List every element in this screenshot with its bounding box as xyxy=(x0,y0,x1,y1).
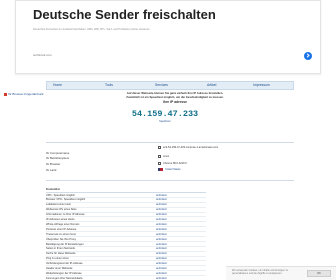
tool-action-link[interactable]: anfordern xyxy=(156,194,167,197)
sidebar-link-label: Ihr Browser-Fingerabdruck xyxy=(8,92,44,96)
country-text[interactable]: United States xyxy=(165,168,181,171)
ad-title[interactable]: Deutsche Sender freischalten xyxy=(33,7,216,22)
table-row: Kennungen Ihrer Netzwerkkarte anfordern xyxy=(46,276,206,280)
tool-name: Überprüfen Sie Ihre Proxy xyxy=(46,237,76,241)
cookie-text: Wir verwenden Cookies, um Inhalte und An… xyxy=(232,269,289,276)
details-separator xyxy=(46,142,294,143)
tool-name: Whois-Abfrage einer Domain xyxy=(46,222,80,226)
table-separator xyxy=(46,180,294,181)
ad-url[interactable]: surfshark.com xyxy=(33,53,52,57)
tool-name: Seiten in Ihrem Netzwerk xyxy=(46,247,75,251)
tool-action-link[interactable]: anfordern xyxy=(156,272,167,275)
tool-action-link[interactable]: anfordern xyxy=(156,223,167,226)
main-navigation: Home Tools Services Artikel Impressum xyxy=(46,81,294,90)
detail-value-os: Linux xyxy=(158,155,169,158)
nav-item-tools[interactable]: Tools xyxy=(105,83,113,87)
tool-action-link[interactable]: anfordern xyxy=(156,247,167,250)
detail-value-country[interactable]: United States xyxy=(158,168,181,171)
cookie-banner: Wir verwenden Cookies, um Inhalte und An… xyxy=(226,266,336,280)
browser-icon xyxy=(158,162,161,165)
tool-action-link[interactable]: anfordern xyxy=(156,243,167,246)
tool-name: IP-Adressen eines Hosts xyxy=(46,218,75,222)
tool-action-link[interactable]: anfordern xyxy=(156,203,167,206)
ad-text: Deutsches Fernsehen im Ausland freischal… xyxy=(33,28,150,31)
nav-item-artikel[interactable]: Artikel xyxy=(207,83,216,87)
table-body: VPN - Speedtest möglich anfordern Browser … xyxy=(46,193,206,280)
tool-name: Kennungen Ihrer Netzwerkkarte xyxy=(46,276,83,280)
ip-title: Ihre IP adresse xyxy=(162,100,188,104)
tool-action-link[interactable]: anfordern xyxy=(156,262,167,265)
tool-name: Traceroute zu einem Host xyxy=(46,232,76,236)
bullet-icon xyxy=(4,92,7,96)
tool-name: Lokalisiert einen Host xyxy=(46,203,71,207)
ip-address: 54.159.47.233 xyxy=(131,109,199,119)
flag-icon xyxy=(158,168,163,171)
tool-name: Verbindungstest der IP-Adresse xyxy=(46,262,83,266)
detail-value-browser: Chrome 86.0.4240.0 xyxy=(158,162,187,165)
tool-name: Portscan einer IP-Adresse xyxy=(46,227,77,231)
tool-action-link[interactable]: anfordern xyxy=(156,213,167,216)
computer-name-text: ec2-54-159-47-233.compute-1.amazonaws.co… xyxy=(163,146,219,150)
tool-name: Suche für diese Webseite xyxy=(46,252,76,256)
detail-label-browser: Ihr Browser xyxy=(46,162,61,166)
nav-item-impressum[interactable]: Impressum xyxy=(253,83,270,87)
arrow-right-icon[interactable] xyxy=(304,52,312,60)
ip-subtitle[interactable]: Speichern xyxy=(100,120,230,123)
tool-action-link[interactable]: anfordern xyxy=(156,233,167,236)
tool-action-link[interactable]: anfordern xyxy=(156,252,167,255)
os-text: Linux xyxy=(163,155,170,159)
tool-name: Webserver-IPs eines Sites xyxy=(46,208,77,212)
tool-action-link[interactable]: anfordern xyxy=(156,208,167,211)
browser-text: Chrome 86.0.4240.0 xyxy=(163,162,187,166)
computer-icon xyxy=(158,146,161,149)
advertisement-banner[interactable]: Deutsche Sender freischalten Deutsches F… xyxy=(15,0,321,74)
tool-name: Ping zu einem Host xyxy=(46,257,69,261)
tool-name: Bestätigung der IP Einstellungen xyxy=(46,242,84,246)
tool-name: Informationen zu Ihrer IP Adresse xyxy=(46,213,85,217)
tool-action-link[interactable]: anfordern xyxy=(156,257,167,260)
tool-action-link[interactable]: anfordern xyxy=(156,277,167,280)
tool-action-link[interactable]: anfordern xyxy=(156,238,167,241)
tool-name: Weiterleitungen der IP Adresse xyxy=(46,271,82,275)
tools-table: Kostenfrei VPN - Speedtest möglich anford… xyxy=(46,187,206,280)
tool-action-link[interactable]: anfordern xyxy=(156,218,167,221)
detail-value-computer: ec2-54-159-47-233.compute-1.amazonaws.co… xyxy=(158,146,218,149)
linux-icon xyxy=(158,155,161,158)
tool-name: VPN - Speedtest möglich xyxy=(46,193,75,197)
tool-action-link[interactable]: anfordern xyxy=(156,198,167,201)
tool-name: Header einer Webseite xyxy=(46,266,73,270)
tool-action-link[interactable]: anfordern xyxy=(156,267,167,270)
detail-label-computer: Ihr Computername xyxy=(46,151,70,155)
sidebar-link[interactable]: Ihr Browser-Fingerabdruck xyxy=(4,92,44,96)
nav-item-home[interactable]: Home xyxy=(53,83,62,87)
intro-line-2: Zusätzlich ist ein Speedtest möglich, um… xyxy=(126,95,224,99)
tool-action-link[interactable]: anfordern xyxy=(156,228,167,231)
tool-name: Browser VPN - Speedtest möglich xyxy=(46,198,86,202)
detail-label-country: Ihr Land xyxy=(46,168,57,172)
detail-label-os: Ihr Betriebssystem xyxy=(46,156,70,160)
cookie-accept-button[interactable]: OK xyxy=(307,270,331,277)
nav-item-services[interactable]: Services xyxy=(155,83,168,87)
